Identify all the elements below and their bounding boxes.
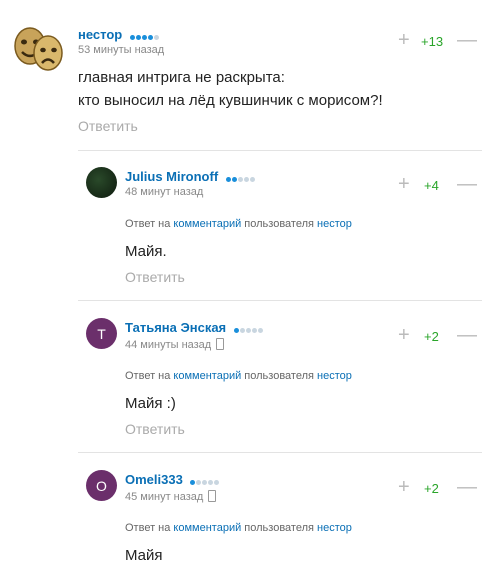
parent-user-link[interactable]: нестор xyxy=(317,218,352,230)
divider xyxy=(78,150,482,151)
user-rating xyxy=(129,28,160,43)
reply-to-info: Ответ на комментарий пользователя нестор xyxy=(125,370,352,382)
avatar-letter: O xyxy=(96,477,107,494)
upvote-button[interactable]: + xyxy=(398,325,410,345)
comment-score: +2 xyxy=(424,329,439,344)
user-rating xyxy=(233,321,264,336)
comment-text: Майя xyxy=(125,547,163,564)
upvote-button[interactable]: + xyxy=(398,30,410,50)
avatar-letter: Т xyxy=(97,325,106,342)
comment-author[interactable]: Omeli333 xyxy=(125,472,220,488)
avatar[interactable] xyxy=(86,167,117,198)
comment-time: 44 минуты назад xyxy=(125,338,225,351)
reply-mid: пользователя xyxy=(244,218,314,230)
comment-author[interactable]: Татьяна Энская xyxy=(125,320,264,336)
downvote-button[interactable]: — xyxy=(457,325,477,345)
reply-button[interactable]: Ответить xyxy=(78,118,138,134)
comment-score: +13 xyxy=(421,34,444,49)
reply-mid: пользователя xyxy=(244,522,314,534)
theater-masks-icon xyxy=(14,27,63,71)
mobile-device-icon xyxy=(216,338,225,350)
reply-mid: пользователя xyxy=(244,370,314,382)
mobile-device-icon xyxy=(208,490,217,502)
comment-score: +2 xyxy=(424,481,439,496)
user-rating xyxy=(190,473,220,488)
time-text: 44 минуты назад xyxy=(125,339,212,351)
time-text: 45 минут назад xyxy=(125,491,204,503)
downvote-button[interactable]: — xyxy=(457,174,477,194)
divider xyxy=(78,452,482,453)
comment-text: главная интрига не раскрыта: кто выносил… xyxy=(78,66,383,112)
reply-to-info: Ответ на комментарий пользователя нестор xyxy=(125,522,352,534)
comment-time: 53 минуты назад xyxy=(78,44,165,56)
author-name[interactable]: нестор xyxy=(78,27,122,42)
comment-author[interactable]: нестор xyxy=(78,27,160,43)
upvote-button[interactable]: + xyxy=(398,477,410,497)
reply-prefix: Ответ на xyxy=(125,218,171,230)
reply-prefix: Ответ на xyxy=(125,370,171,382)
reply-to-info: Ответ на комментарий пользователя нестор xyxy=(125,218,352,230)
parent-user-link[interactable]: нестор xyxy=(317,370,352,382)
divider xyxy=(78,300,482,301)
reply-button[interactable]: Ответить xyxy=(125,421,185,437)
downvote-button[interactable]: — xyxy=(457,30,477,50)
comment-text: Майя :) xyxy=(125,395,176,412)
parent-comment-link[interactable]: комментарий xyxy=(173,522,241,534)
author-name[interactable]: Omeli333 xyxy=(125,472,183,487)
comment-time: 48 минут назад xyxy=(125,186,204,198)
author-name[interactable]: Julius Mironoff xyxy=(125,169,218,184)
avatar[interactable] xyxy=(11,25,65,73)
avatar[interactable]: O xyxy=(86,470,117,501)
avatar[interactable]: Т xyxy=(86,318,117,349)
parent-comment-link[interactable]: комментарий xyxy=(173,370,241,382)
comment-text: Майя. xyxy=(125,243,167,260)
comment-line: главная интрига не раскрыта: xyxy=(78,69,285,86)
parent-comment-link[interactable]: комментарий xyxy=(173,218,241,230)
downvote-button[interactable]: — xyxy=(457,477,477,497)
comment-line: кто выносил на лёд кувшинчик с морисом?! xyxy=(78,92,383,109)
reply-prefix: Ответ на xyxy=(125,522,171,534)
comment-score: +4 xyxy=(424,178,439,193)
user-rating xyxy=(225,170,256,185)
author-name[interactable]: Татьяна Энская xyxy=(125,320,226,335)
comment-time: 45 минут назад xyxy=(125,490,217,503)
reply-button[interactable]: Ответить xyxy=(125,269,185,285)
comment-author[interactable]: Julius Mironoff xyxy=(125,169,256,185)
parent-user-link[interactable]: нестор xyxy=(317,522,352,534)
upvote-button[interactable]: + xyxy=(398,174,410,194)
